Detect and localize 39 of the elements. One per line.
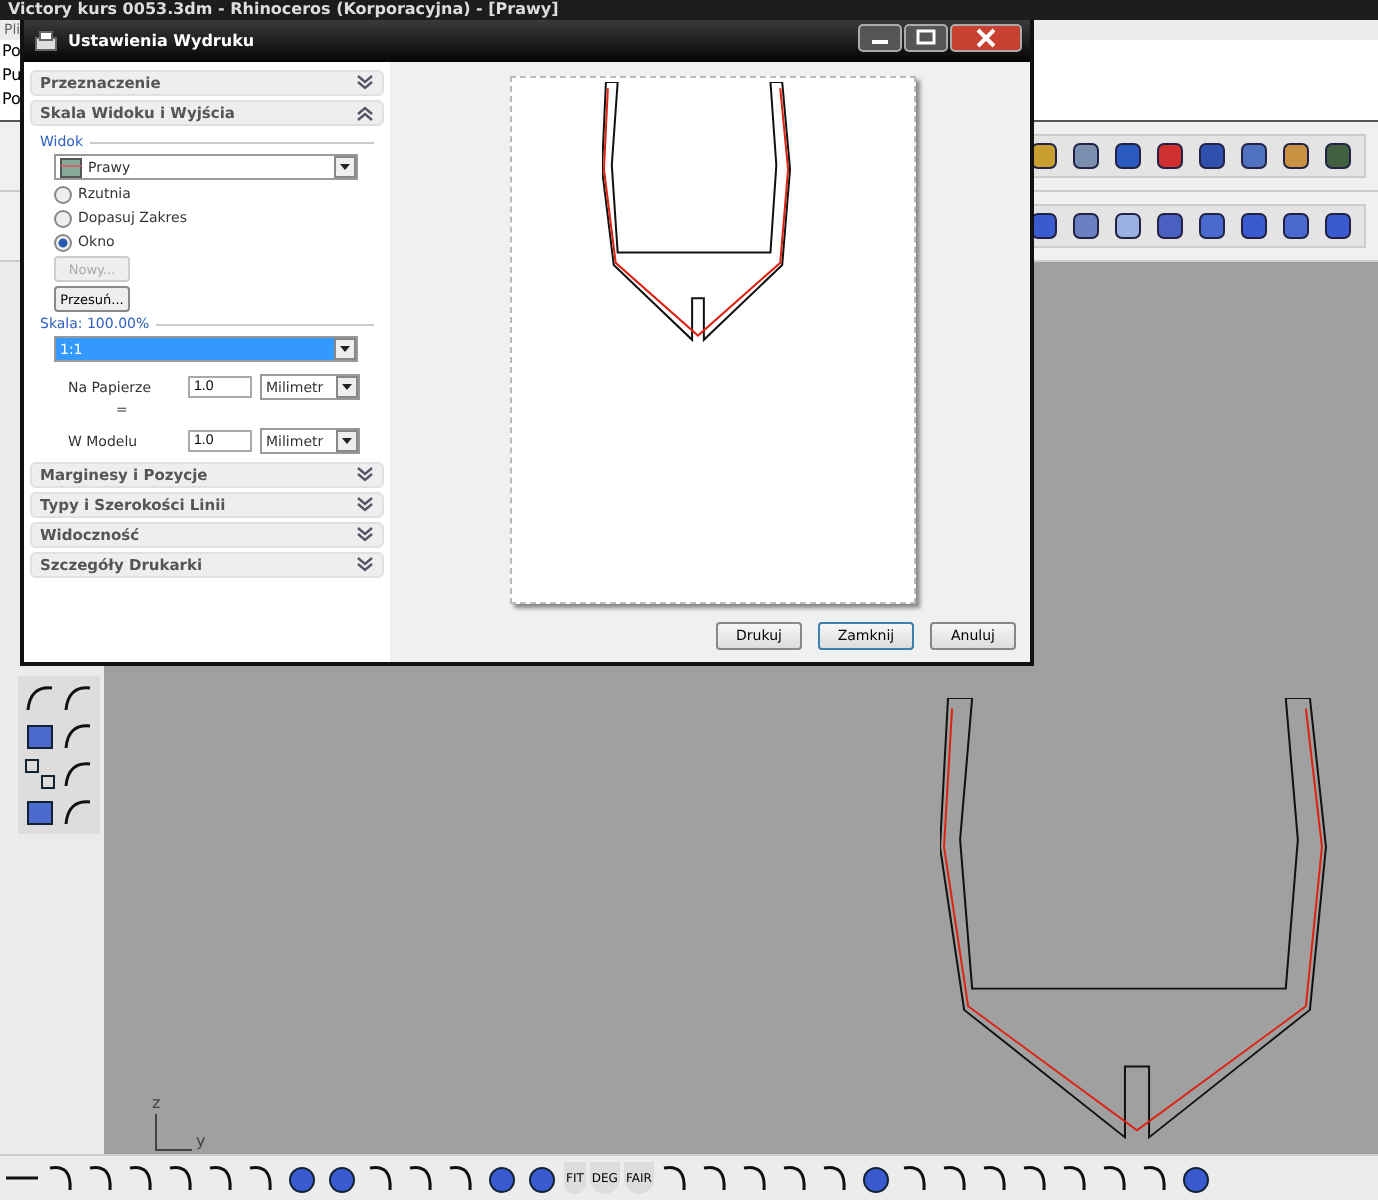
close-icon[interactable] bbox=[950, 24, 1022, 52]
shape-icon[interactable] bbox=[1236, 208, 1272, 244]
squares-icon[interactable] bbox=[22, 756, 58, 792]
dialog-title: Ustawienia Wydruku bbox=[68, 32, 257, 50]
shape-icon[interactable] bbox=[1278, 208, 1314, 244]
shape-icon[interactable] bbox=[1152, 138, 1188, 174]
curve-icon[interactable] bbox=[60, 794, 96, 830]
shape-icon[interactable] bbox=[1194, 138, 1230, 174]
window-title: Victory kurs 0053.3dm - Rhinoceros (Korporacyjna) - [Prawy] bbox=[0, 0, 1378, 20]
command-line: Pu bbox=[2, 64, 22, 88]
collapse-icon[interactable] bbox=[356, 104, 374, 122]
curve-icon[interactable] bbox=[22, 680, 58, 716]
printer-icon bbox=[32, 27, 60, 55]
expand-icon[interactable] bbox=[356, 466, 374, 484]
expand-icon[interactable] bbox=[356, 496, 374, 514]
command-line: Po bbox=[2, 88, 21, 112]
shape-icon[interactable] bbox=[1110, 138, 1146, 174]
minimize-icon[interactable] bbox=[858, 24, 902, 52]
shape-icon[interactable] bbox=[1068, 138, 1104, 174]
shape-icon[interactable] bbox=[1320, 208, 1356, 244]
curve-icon[interactable] bbox=[60, 680, 96, 716]
shape-icon[interactable] bbox=[1152, 208, 1188, 244]
shape-icon[interactable] bbox=[1068, 208, 1104, 244]
expand-icon[interactable] bbox=[356, 556, 374, 574]
shape-icon[interactable] bbox=[1236, 138, 1272, 174]
shape-icon[interactable] bbox=[1320, 138, 1356, 174]
command-line: Po bbox=[2, 40, 21, 64]
axis-label: z bbox=[152, 1094, 161, 1112]
shape-icon[interactable] bbox=[1278, 138, 1314, 174]
maximize-icon[interactable] bbox=[904, 24, 948, 52]
expand-icon[interactable] bbox=[356, 74, 374, 92]
view-icon bbox=[60, 157, 82, 177]
curve-icon[interactable] bbox=[60, 718, 96, 754]
curve-icon[interactable] bbox=[60, 756, 96, 792]
axis-icon bbox=[152, 1114, 196, 1154]
expand-icon[interactable] bbox=[356, 526, 374, 544]
axis-label: y bbox=[196, 1132, 206, 1150]
shape-icon[interactable] bbox=[1194, 208, 1230, 244]
shape-icon[interactable] bbox=[1110, 208, 1146, 244]
